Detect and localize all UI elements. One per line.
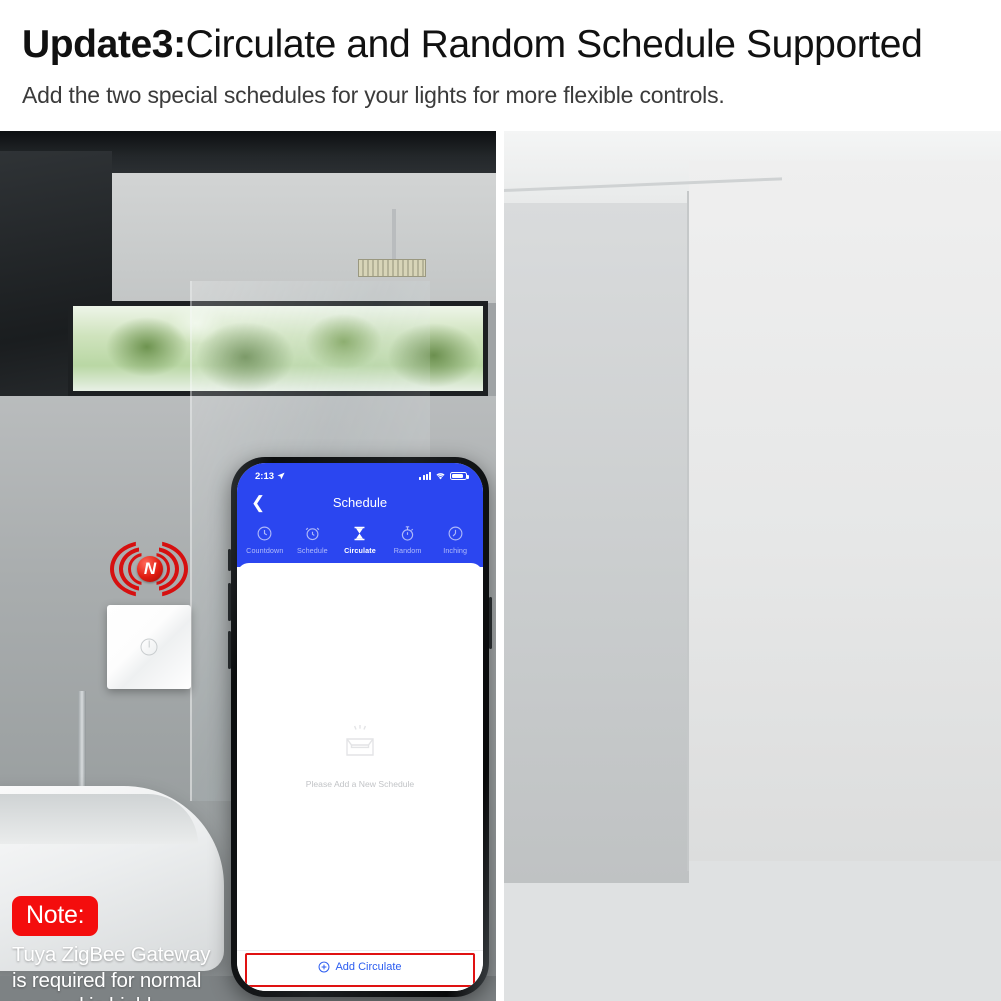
phone-body: 2:13 ❮ Schedule Countdown Schedule Circu… [228, 457, 492, 997]
tab-label: Countdown [246, 546, 284, 555]
phone-mute-button[interactable] [228, 549, 231, 571]
shower-pipe [392, 209, 396, 261]
page-subtitle: Add the two special schedules for your l… [22, 82, 725, 108]
tub-faucet [78, 691, 86, 791]
add-circulate-button[interactable]: Add Circulate [318, 961, 402, 973]
panel-divider [496, 131, 504, 1001]
app-header: 2:13 ❮ Schedule Countdown Schedule Circu… [237, 463, 483, 567]
empty-tray-icon [337, 724, 383, 765]
left-wall [504, 203, 689, 883]
status-time: 2:13 [255, 470, 275, 482]
brand-sphere-icon [137, 556, 163, 582]
phone-volume-down-button[interactable] [228, 631, 231, 669]
back-chevron-icon[interactable]: ❮ [251, 494, 265, 511]
phone-screen: 2:13 ❮ Schedule Countdown Schedule Circu… [237, 463, 483, 991]
tab-inching[interactable]: Inching [431, 525, 479, 555]
status-bar-left: 2:13 [255, 471, 285, 482]
tab-countdown[interactable]: Countdown [241, 525, 289, 555]
add-button-label: Add Circulate [335, 961, 402, 973]
right-wall [689, 161, 1001, 861]
tab-schedule[interactable]: Schedule [289, 525, 337, 555]
wall-touch-switch[interactable] [107, 605, 191, 689]
page-title: Update3:Circulate and Random Schedule Su… [22, 22, 923, 68]
wireless-signal-icon [106, 539, 192, 601]
tab-random[interactable]: Random [384, 525, 432, 555]
tab-label: Random [393, 546, 422, 555]
tab-label: Circulate [344, 546, 376, 555]
clock-icon [256, 525, 273, 542]
status-bar-right [419, 471, 469, 481]
note-body: Tuya ZigBee Gateway is required for norm… [12, 943, 211, 1001]
app-title: Schedule [332, 494, 388, 510]
panels-container: Mon ~ Sun [0, 131, 1001, 1001]
left-phone-mockup: 2:13 ❮ Schedule Countdown Schedule Circu… [228, 457, 492, 997]
rain-shower-head [358, 259, 426, 277]
location-arrow-icon [277, 472, 285, 480]
header-banner: Update3:Circulate and Random Schedule Su… [0, 0, 1001, 131]
plus-circle-icon [318, 961, 330, 973]
page-title-rest: Circulate and Random Schedule Supported [185, 23, 923, 66]
cellular-bars-icon [419, 472, 431, 480]
empty-state-text: Please Add a New Schedule [305, 778, 415, 789]
phone-power-button[interactable] [489, 597, 492, 649]
left-scene-panel: Mon ~ Sun [0, 131, 496, 1001]
app-navbar: ❮ Schedule [237, 487, 483, 517]
hourglass-icon [351, 525, 368, 542]
stopwatch-icon [399, 525, 416, 542]
note-tag: Note: [12, 896, 99, 936]
alarm-clock-icon [304, 525, 321, 542]
app-content: Please Add a New Schedule Add Circulate [237, 563, 483, 991]
empty-state: Please Add a New Schedule [237, 563, 483, 950]
phone-volume-up-button[interactable] [228, 583, 231, 621]
tab-label: Inching [443, 546, 468, 555]
tab-circulate[interactable]: Circulate [336, 525, 384, 555]
battery-icon [450, 471, 469, 481]
app-footer: Add Circulate [237, 950, 483, 991]
wall-corner [687, 191, 689, 871]
dial-clock-icon [447, 525, 464, 542]
mode-tabs: Countdown Schedule Circulate Random Inch… [237, 517, 483, 567]
tab-label: Schedule [297, 546, 328, 555]
wifi-icon [435, 472, 446, 480]
right-scene-panel: 2:13 ❮ [504, 131, 1001, 1001]
kitchen-photo [504, 131, 1001, 1001]
status-bar: 2:13 [237, 463, 483, 487]
page-title-prefix: Update3: [22, 23, 186, 66]
note-callout: Note: Tuya ZigBee Gateway is required fo… [12, 896, 227, 1001]
power-button-icon [140, 638, 158, 656]
